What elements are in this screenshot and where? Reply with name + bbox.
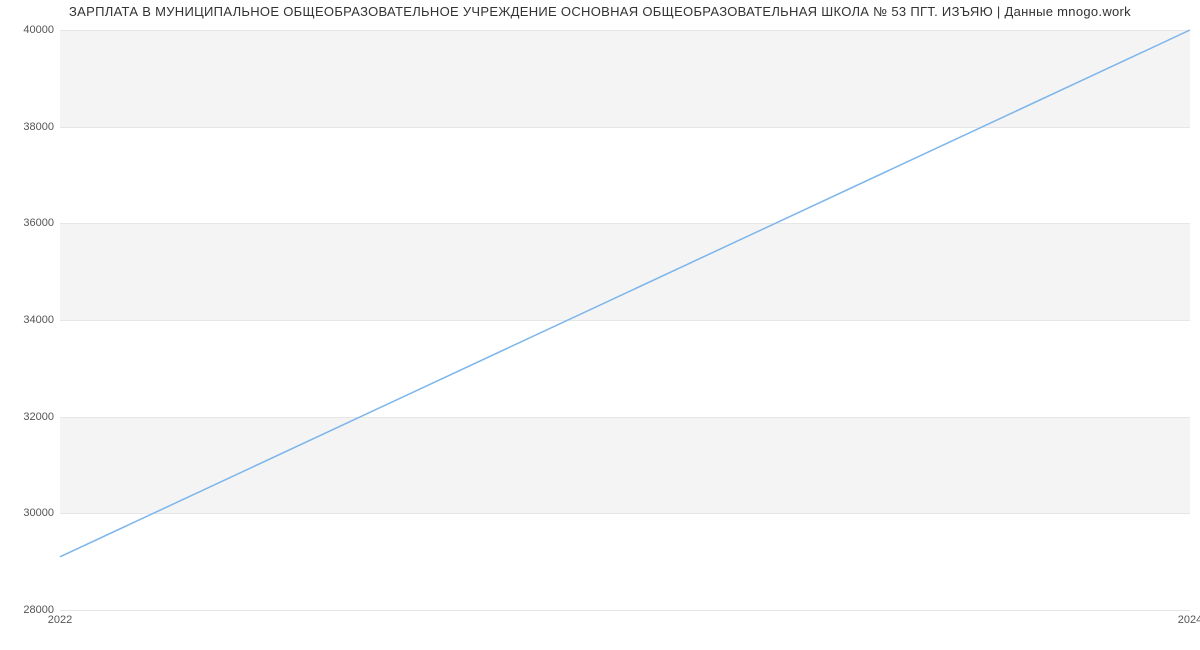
y-tick-label: 36000 (4, 217, 54, 229)
chart-title: ЗАРПЛАТА В МУНИЦИПАЛЬНОЕ ОБЩЕОБРАЗОВАТЕЛ… (0, 4, 1200, 19)
y-gridline (60, 610, 1190, 611)
y-tick-label: 30000 (4, 507, 54, 519)
chart-container: ЗАРПЛАТА В МУНИЦИПАЛЬНОЕ ОБЩЕОБРАЗОВАТЕЛ… (0, 0, 1200, 650)
x-tick-label: 2024 (1178, 614, 1200, 626)
y-tick-label: 28000 (4, 604, 54, 616)
line-series (60, 30, 1190, 610)
y-tick-label: 32000 (4, 411, 54, 423)
plot-area (60, 30, 1190, 610)
y-tick-label: 38000 (4, 121, 54, 133)
y-tick-label: 40000 (4, 24, 54, 36)
x-tick-label: 2022 (48, 614, 72, 626)
y-tick-label: 34000 (4, 314, 54, 326)
